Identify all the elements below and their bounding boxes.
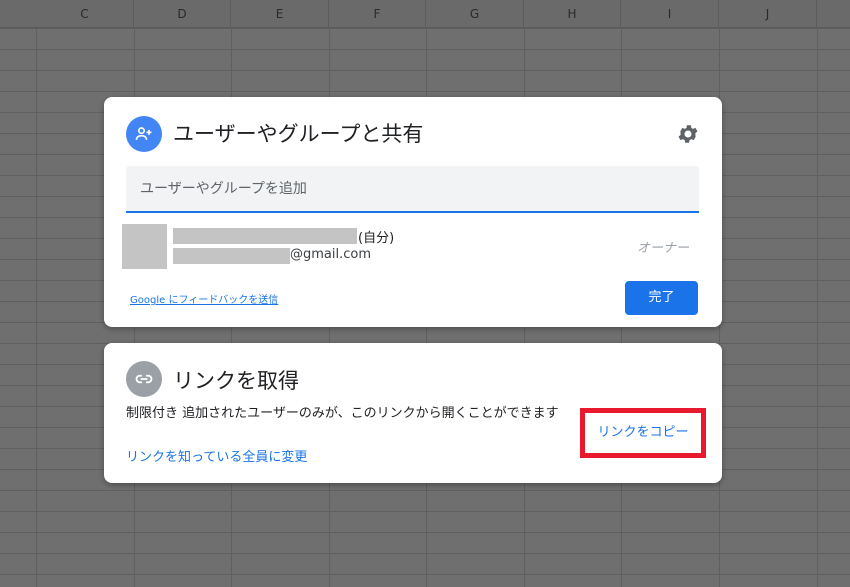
column-header-c[interactable]: C <box>36 0 134 28</box>
redacted-email <box>173 248 290 264</box>
change-access-link[interactable]: リンクを知っている全員に変更 <box>126 446 307 465</box>
get-link-dialog: リンクを取得 制限付き 追加されたユーザーのみが、このリンクから開くことができま… <box>104 343 722 483</box>
copy-link-button[interactable]: リンクをコピー <box>590 420 696 446</box>
add-people-field[interactable] <box>126 166 699 213</box>
self-label: (自分) <box>358 231 395 246</box>
owner-role-label: オーナー <box>637 241 690 256</box>
done-button[interactable]: 完了 <box>625 281 698 315</box>
get-link-title: リンクを取得 <box>173 369 299 393</box>
link-icon <box>126 361 162 397</box>
column-header-row: C D E F G H I J <box>0 0 850 28</box>
avatar <box>122 224 167 269</box>
column-header-g[interactable]: G <box>426 0 524 28</box>
column-header-f[interactable]: F <box>329 0 426 28</box>
grid-column-line <box>817 0 818 587</box>
add-people-input[interactable] <box>126 166 699 211</box>
column-header-e[interactable]: E <box>231 0 329 28</box>
share-dialog: ユーザーやグループと共有 (自分) @gmail.com オーナー Google… <box>104 97 722 327</box>
copy-link-highlight: リンクをコピー <box>580 408 706 458</box>
feedback-link[interactable]: Google にフィードバックを送信 <box>130 291 278 306</box>
gear-icon[interactable] <box>676 122 700 146</box>
link-restriction-text: 制限付き 追加されたユーザーのみが、このリンクから開くことができます <box>126 406 559 421</box>
share-dialog-title: ユーザーやグループと共有 <box>173 122 424 146</box>
redacted-name <box>173 228 357 244</box>
email-suffix: @gmail.com <box>290 247 372 262</box>
grid-column-line <box>36 0 37 587</box>
column-header-h[interactable]: H <box>524 0 621 28</box>
add-person-icon <box>126 116 162 152</box>
column-header-j[interactable]: J <box>719 0 817 28</box>
column-header-i[interactable]: I <box>621 0 719 28</box>
column-header-d[interactable]: D <box>134 0 231 28</box>
